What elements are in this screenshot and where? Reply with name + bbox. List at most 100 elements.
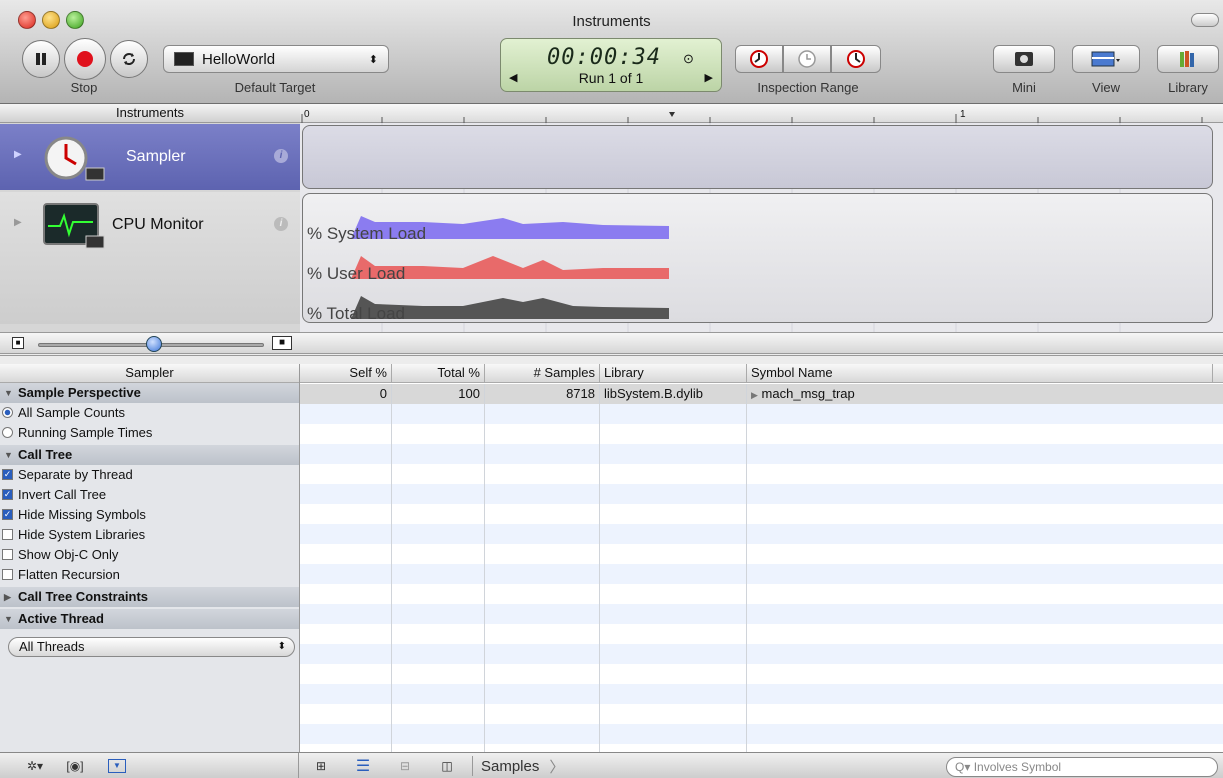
target-name: HelloWorld xyxy=(202,50,276,68)
checkbox-unchecked-icon xyxy=(2,549,13,560)
view-button[interactable] xyxy=(1072,45,1140,73)
option-label: Separate by Thread xyxy=(18,467,133,482)
track-area[interactable]: % System Load % User Load % Total Load xyxy=(300,123,1223,354)
inspection-end-button[interactable] xyxy=(831,45,881,73)
empty-row xyxy=(300,604,1223,624)
action-gear-icon[interactable]: ✲▾ xyxy=(20,756,50,776)
section-call-tree-constraints[interactable]: ▶ Call Tree Constraints xyxy=(0,587,299,607)
cpu-monitor-icon xyxy=(43,203,105,249)
mini-button[interactable] xyxy=(993,45,1055,73)
radio-running-sample-times[interactable]: Running Sample Times xyxy=(0,423,299,443)
info-icon[interactable]: i xyxy=(274,149,288,163)
empty-row xyxy=(300,584,1223,604)
section-title: Active Thread xyxy=(18,611,104,626)
cpu-monitor-track[interactable]: % System Load % User Load % Total Load xyxy=(302,193,1213,323)
section-call-tree[interactable]: ▼ Call Tree xyxy=(0,445,299,465)
toolbar-toggle-button[interactable] xyxy=(1191,13,1219,27)
empty-row xyxy=(300,664,1223,684)
zoom-large-icon[interactable]: ■ xyxy=(272,336,292,350)
disclosure-triangle-icon[interactable]: ▶ xyxy=(751,390,758,400)
checkbox-hide-missing-symbols[interactable]: ✓ Hide Missing Symbols xyxy=(0,505,299,525)
checkbox-checked-icon: ✓ xyxy=(2,469,13,480)
cell-library: libSystem.B.dylib xyxy=(600,384,747,404)
updown-arrows-icon: ⬍ xyxy=(368,53,378,66)
column-header-library[interactable]: Library xyxy=(600,364,747,383)
column-header-self[interactable]: Self % xyxy=(300,364,392,383)
empty-row xyxy=(300,564,1223,584)
zoom-slider-knob[interactable] xyxy=(146,336,162,352)
stop-label: Stop xyxy=(70,80,98,95)
disclosure-open-icon: ▼ xyxy=(4,388,13,398)
sampler-stopwatch-icon xyxy=(44,136,105,181)
inspection-range-label: Inspection Range xyxy=(757,80,859,95)
table-view-icon[interactable]: ⊞ xyxy=(308,756,334,776)
empty-row xyxy=(300,524,1223,544)
inspection-start-button[interactable] xyxy=(735,45,783,73)
timer-text: 00:00:34 xyxy=(547,45,661,70)
option-label: Hide System Libraries xyxy=(18,527,146,542)
empty-row xyxy=(300,424,1223,444)
empty-row xyxy=(300,724,1223,744)
loop-button[interactable] xyxy=(110,40,148,78)
ruler-ticks xyxy=(301,112,1203,123)
record-button[interactable] xyxy=(64,38,106,80)
column-divider xyxy=(746,384,747,752)
column-header-total[interactable]: Total % xyxy=(392,364,485,383)
outline-view-icon[interactable]: ☰ xyxy=(350,756,376,776)
detail-toggle-icon[interactable]: ▼ xyxy=(104,756,130,776)
clock-icon: ⊙ xyxy=(683,51,694,66)
library-label: Library xyxy=(1168,80,1208,95)
checkbox-separate-by-thread[interactable]: ✓ Separate by Thread xyxy=(0,465,299,485)
checkbox-invert-call-tree[interactable]: ✓ Invert Call Tree xyxy=(0,485,299,505)
disclosure-triangle-icon[interactable]: ▶ xyxy=(14,149,22,160)
library-button[interactable] xyxy=(1157,45,1219,73)
range-end-icon xyxy=(847,50,865,68)
search-placeholder: Involves Symbol xyxy=(973,760,1062,774)
thread-select-value: All Threads xyxy=(19,639,85,654)
view-label: View xyxy=(1092,80,1120,95)
instrument-row-sampler[interactable]: ▶ Sampler i xyxy=(0,124,300,190)
empty-row xyxy=(300,544,1223,564)
checkbox-show-objc-only[interactable]: Show Obj-C Only xyxy=(0,545,299,565)
disclosure-open-icon: ▼ xyxy=(4,614,13,624)
playhead-marker[interactable] xyxy=(669,112,675,117)
table-row[interactable]: 0 100 8718 libSystem.B.dylib ▶ mach_msg_… xyxy=(300,384,1223,404)
window-title: Instruments xyxy=(572,13,651,30)
diagram-view-icon[interactable]: ⊟ xyxy=(392,756,418,776)
info-icon[interactable]: i xyxy=(274,217,288,231)
console-view-icon[interactable]: ◫ xyxy=(434,756,460,776)
cell-samples: 8718 xyxy=(485,384,600,404)
pause-icon xyxy=(36,53,46,65)
radio-all-sample-counts[interactable]: All Sample Counts xyxy=(0,403,299,423)
inspection-clear-button[interactable] xyxy=(783,45,831,73)
empty-row xyxy=(300,684,1223,704)
option-label: Flatten Recursion xyxy=(18,567,120,582)
symbol-search-field[interactable]: Q▾ Involves Symbol xyxy=(946,757,1218,777)
loop-icon xyxy=(123,53,135,65)
target-popup[interactable]: HelloWorld ⬍ xyxy=(163,45,389,73)
snapshot-icon[interactable]: [◉] xyxy=(62,756,88,776)
checkbox-flatten-recursion[interactable]: Flatten Recursion xyxy=(0,565,299,585)
checkbox-hide-system-libraries[interactable]: Hide System Libraries xyxy=(0,525,299,545)
section-active-thread[interactable]: ▼ Active Thread xyxy=(0,609,299,629)
section-sample-perspective[interactable]: ▼ Sample Perspective xyxy=(0,383,299,403)
instrument-name: Sampler xyxy=(126,148,186,165)
breadcrumb-chevron-icon: 〉 xyxy=(549,758,565,776)
timeline-ruler[interactable]: 0 1 xyxy=(300,104,1223,123)
view-layout-icon xyxy=(1091,51,1120,67)
breadcrumb-samples[interactable]: Samples 〉 xyxy=(472,756,568,776)
pause-button[interactable] xyxy=(22,40,60,78)
disclosure-triangle-icon[interactable]: ▶ xyxy=(14,217,22,228)
empty-row xyxy=(300,704,1223,724)
call-tree-table: Self % Total % # Samples Library Symbol … xyxy=(300,364,1223,752)
column-header-symbol[interactable]: Symbol Name xyxy=(747,364,1213,383)
zoom-small-icon[interactable]: ■ xyxy=(12,337,24,349)
sampler-track[interactable] xyxy=(302,125,1213,189)
instrument-name: CPU Monitor xyxy=(112,216,204,233)
thread-select[interactable]: All Threads ⬍ xyxy=(8,637,295,657)
column-header-samples[interactable]: # Samples xyxy=(485,364,600,383)
clock-icon xyxy=(798,50,816,68)
breadcrumb-label: Samples xyxy=(481,757,540,775)
instrument-row-cpu-monitor[interactable]: ▶ CPU Monitor i xyxy=(0,192,300,324)
next-run-button[interactable]: ▶ xyxy=(705,71,713,84)
